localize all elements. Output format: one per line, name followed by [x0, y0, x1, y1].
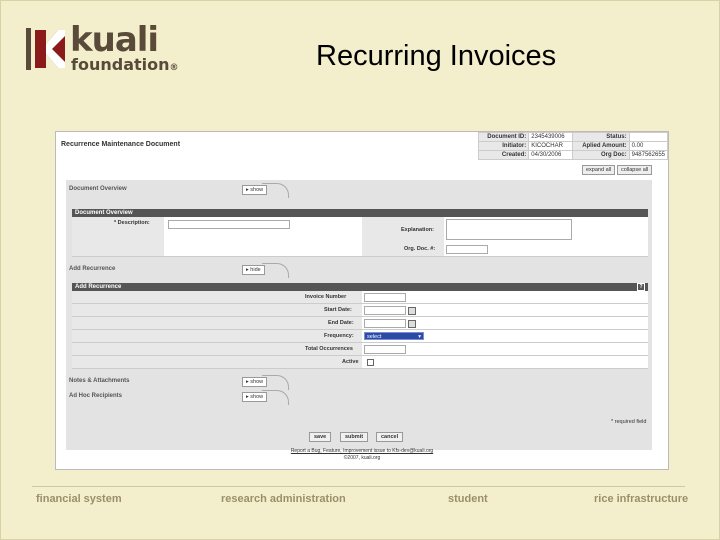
footer-student: student [448, 493, 488, 505]
tab-notes-attachments-label: Notes & Attachments [69, 378, 130, 384]
calendar-icon[interactable] [408, 307, 416, 315]
tab-curve [262, 263, 289, 278]
document-overview-row: * Description: Explanation: Org. Doc. #: [72, 217, 648, 257]
logo-word-foundation: foundation® [71, 55, 179, 74]
tab-curve [262, 375, 289, 390]
tab-add-recurrence: Add Recurrence ▸ hide [66, 263, 652, 278]
org-doc-label: Org Doc: [572, 150, 630, 160]
tab-curve [262, 390, 289, 405]
tab-curve [262, 183, 289, 198]
description-label: * Description: [114, 220, 150, 226]
document-overview-section-head: Document Overview [72, 209, 648, 217]
status-label: Status: [572, 132, 630, 142]
document-header-table: Document ID: 2345439006 Status: Initiato… [477, 132, 668, 160]
total-occurrences-input[interactable] [364, 345, 406, 354]
active-label: Active [342, 359, 359, 365]
label-cell [72, 304, 362, 316]
logo-registered-mark: ® [169, 63, 179, 73]
created-label: Created: [477, 150, 530, 160]
footer-rule [32, 486, 685, 487]
tab-ad-hoc-recipients-label: Ad Hoc Recipients [69, 393, 123, 399]
org-doc-number-label: Org. Doc. #: [404, 246, 436, 252]
required-field-note: * required field [611, 419, 647, 425]
chevron-down-icon: ▾ [418, 334, 421, 340]
frequency-selected-value: select [367, 334, 382, 340]
footer-research-administration: research administration [221, 493, 346, 505]
help-icon[interactable]: ? [637, 283, 645, 291]
aplied-amount-value: 0.00 [628, 141, 668, 151]
footer-financial-system: financial system [36, 493, 122, 505]
status-value [628, 132, 668, 142]
end-date-input[interactable] [364, 319, 406, 328]
total-occurrences-label: Total Occurrences [305, 346, 353, 352]
end-date-row: End Date: [72, 317, 648, 330]
cancel-button[interactable]: cancel [376, 432, 404, 442]
frequency-label: Frequency: [324, 333, 354, 339]
report-bug-link[interactable]: Report a Bug, Feature, Improvement issue… [56, 448, 668, 454]
start-date-label: Start Date: [324, 307, 352, 313]
initiator-value[interactable]: KICOCHAR [528, 141, 574, 151]
expand-all-button[interactable]: expand all [582, 165, 616, 175]
end-date-label: End Date: [328, 320, 354, 326]
doc-id-value: 2345439006 [528, 132, 574, 142]
tab-document-overview-label: Document Overview [69, 186, 127, 192]
org-doc-value: 9487562655 [628, 150, 668, 160]
submit-button[interactable]: submit [340, 432, 369, 442]
active-checkbox[interactable] [367, 359, 374, 366]
kuali-logo: kuali foundation® [22, 20, 202, 74]
created-value: 04/30/2006 [528, 150, 574, 160]
toggle-label: hide [250, 267, 261, 273]
add-recurrence-section-head: Add Recurrence? [72, 283, 648, 291]
tab-notes-attachments: Notes & Attachments ▸ show [66, 375, 652, 390]
doc-id-label: Document ID: [477, 132, 530, 142]
main-panel: Document Overview ▸ show Document Overvi… [66, 180, 652, 450]
document-header: Recurrence Maintenance Document Document… [56, 132, 668, 162]
invoice-number-input[interactable] [364, 293, 406, 302]
invoice-number-label: Invoice Number [305, 294, 347, 300]
initiator-label: Initiator: [477, 141, 530, 151]
document-title: Recurrence Maintenance Document [61, 141, 181, 148]
explanation-textarea[interactable] [446, 219, 572, 240]
tab-document-overview: Document Overview ▸ show [66, 183, 652, 198]
footer-rice-infrastructure: rice infrastructure [594, 493, 689, 505]
logo-foundation-text: foundation [71, 55, 170, 74]
tab-add-recurrence-label: Add Recurrence [69, 266, 116, 272]
org-doc-number-input[interactable] [446, 245, 488, 254]
description-input[interactable] [168, 220, 290, 229]
active-row: Active [72, 356, 648, 369]
total-occurrences-row: Total Occurrences [72, 343, 648, 356]
save-button[interactable]: save [309, 432, 332, 442]
collapse-all-button[interactable]: collapse all [617, 165, 653, 175]
tab-ad-hoc-recipients: Ad Hoc Recipients ▸ show [66, 390, 652, 405]
kuali-logo-mark-icon [26, 28, 65, 70]
slide-title: Recurring Invoices [316, 40, 557, 72]
calendar-icon[interactable] [408, 320, 416, 328]
frequency-row: Frequency: select ▾ [72, 330, 648, 343]
logo-word-kuali: kuali [70, 20, 159, 60]
explanation-label: Explanation: [401, 227, 435, 233]
start-date-input[interactable] [364, 306, 406, 315]
label-cell [72, 356, 362, 368]
aplied-amount-label: Aplied Amount: [572, 141, 630, 151]
add-recurrence-section-title: Add Recurrence [75, 284, 122, 290]
app-screenshot: Recurrence Maintenance Document Document… [55, 131, 669, 470]
invoice-number-row: Invoice Number [72, 291, 648, 304]
start-date-row: Start Date: [72, 304, 648, 317]
label-cell [72, 317, 362, 329]
label-cell [72, 330, 362, 342]
copyright-text: ©2007, kuali.org [343, 455, 381, 461]
frequency-select[interactable]: select ▾ [364, 332, 424, 340]
